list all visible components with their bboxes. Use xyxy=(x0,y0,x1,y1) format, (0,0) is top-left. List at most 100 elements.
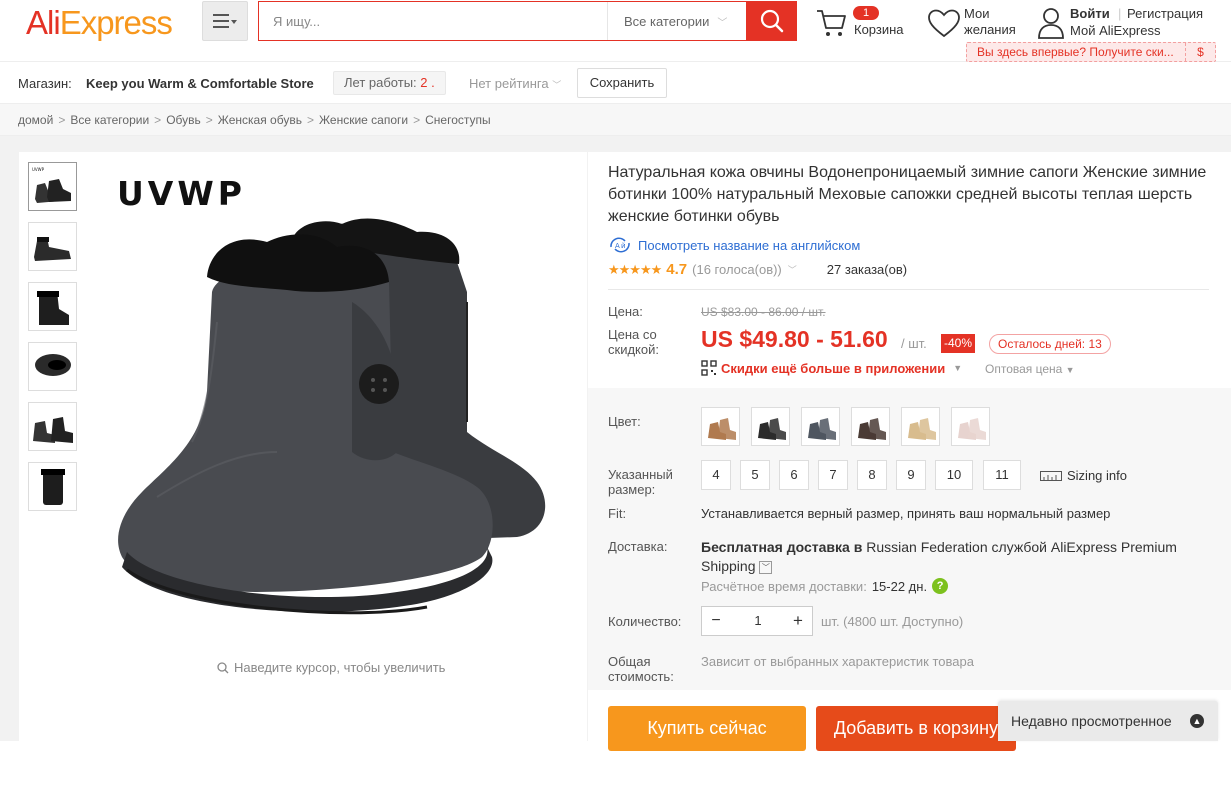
color-option-1[interactable] xyxy=(701,407,740,446)
boot-thumbnail-image: UVWP xyxy=(32,167,71,203)
boot-thumbnail-image xyxy=(37,291,69,325)
cart-label: Корзина xyxy=(854,22,904,37)
account: Войти | Регистрация Мой AliExpress xyxy=(1036,6,1226,40)
color-option-4[interactable] xyxy=(851,407,890,446)
category-menu-button[interactable] xyxy=(202,1,248,41)
divider xyxy=(608,289,1209,290)
size-option-11[interactable]: 11 xyxy=(983,460,1021,490)
product-main-image[interactable] xyxy=(97,152,587,652)
rating-votes[interactable]: (16 голоса(ов)) xyxy=(692,262,782,277)
delivery-free-text: Бесплатная доставка в xyxy=(701,539,863,555)
sizing-info-link[interactable]: Sizing info xyxy=(1040,468,1127,483)
total-label: Общая стоимость: xyxy=(608,654,674,684)
aliexpress-logo[interactable]: AliExpress xyxy=(26,4,173,42)
color-swatch-image xyxy=(808,418,836,440)
gallery-thumbnail[interactable] xyxy=(28,222,77,271)
price-unit: / шт. xyxy=(901,336,927,351)
my-aliexpress-link[interactable]: Мой AliExpress xyxy=(1070,23,1161,38)
breadcrumb-item[interactable]: Женские сапоги xyxy=(319,113,408,127)
search-input[interactable] xyxy=(259,2,607,40)
boot-thumbnail-image xyxy=(34,237,71,261)
size-option-8[interactable]: 8 xyxy=(857,460,887,490)
color-option-6[interactable] xyxy=(951,407,990,446)
boot-thumbnail-image xyxy=(41,469,65,505)
search-bar: Все категории ﹀ xyxy=(258,1,797,41)
search-button[interactable] xyxy=(746,1,797,41)
save-store-button[interactable]: Сохранить xyxy=(577,68,667,98)
cart[interactable]: 1 Корзина xyxy=(816,6,916,42)
category-select[interactable]: Все категории ﹀ xyxy=(607,2,746,40)
days-left-badge: Осталось дней: 13 xyxy=(989,334,1111,354)
size-option-10[interactable]: 10 xyxy=(935,460,973,490)
register-link[interactable]: Регистрация xyxy=(1127,6,1203,21)
caret-down-icon: ▼ xyxy=(953,363,963,373)
wholesale-price-dropdown[interactable]: Оптовая цена ▼ xyxy=(985,362,1075,376)
color-option-5[interactable] xyxy=(901,407,940,446)
svg-text:UVWP: UVWP xyxy=(32,167,45,172)
wishlist-label-line1: Мои xyxy=(964,6,990,21)
breadcrumb-item[interactable]: домой xyxy=(18,113,53,127)
discount-price-label: Цена со скидкой: xyxy=(608,327,659,357)
color-option-3[interactable] xyxy=(801,407,840,446)
gallery-thumbnail[interactable] xyxy=(28,462,77,511)
size-label: Указанный размер: xyxy=(608,467,673,497)
breadcrumb: домой > Все категории > Обувь > Женская обувь >… xyxy=(0,104,1231,136)
breadcrumb-separator: > xyxy=(58,113,66,127)
store-rating[interactable]: Нет рейтинга ﹀ xyxy=(469,76,561,91)
sale-price: US $49.80 - 51.60 xyxy=(701,326,888,352)
signin-link[interactable]: Войти xyxy=(1070,6,1110,21)
size-option-9[interactable]: 9 xyxy=(896,460,926,490)
recently-viewed-label: Недавно просмотренное xyxy=(1011,713,1172,729)
gallery-thumbnail[interactable] xyxy=(28,282,77,331)
color-option-2[interactable] xyxy=(751,407,790,446)
color-swatch-image xyxy=(908,418,936,440)
view-english-text: Посмотреть название на английском xyxy=(638,237,861,253)
size-option-4[interactable]: 4 xyxy=(701,460,731,490)
app-discount-promo[interactable]: Скидки ещё больше в приложении ▼ xyxy=(701,360,962,376)
quantity-label: Количество: xyxy=(608,614,682,629)
delivery-time-value: 15-22 дн. xyxy=(871,578,928,594)
decrease-quantity-button[interactable]: − xyxy=(702,607,730,635)
delivery-info: Бесплатная доставка в Russian Federation… xyxy=(701,538,1196,576)
recently-viewed-tab[interactable]: Недавно просмотренное ▲ xyxy=(998,701,1218,741)
qr-code-icon xyxy=(701,360,717,376)
product-gallery: UVWP UVWP Наведите курсор, чтобы увеличи… xyxy=(19,152,587,741)
discount-badge: -40% xyxy=(941,334,976,353)
breadcrumb-item[interactable]: Снегоступы xyxy=(425,113,491,127)
size-option-7[interactable]: 7 xyxy=(818,460,848,490)
gallery-thumbnail[interactable]: UVWP xyxy=(28,162,77,211)
quantity-input[interactable]: 1 xyxy=(730,607,786,635)
chevron-down-icon[interactable]: ﹀ xyxy=(788,263,797,276)
add-to-cart-button[interactable]: Добавить в корзину xyxy=(816,706,1016,751)
cart-icon xyxy=(817,10,846,36)
chevron-up-icon: ▲ xyxy=(1190,714,1204,728)
help-icon[interactable]: ? xyxy=(932,578,949,594)
chevron-down-icon: ﹀ xyxy=(552,80,562,90)
gallery-thumbnail[interactable] xyxy=(28,402,77,451)
color-swatch-image xyxy=(758,418,786,440)
wishlist[interactable]: Мои желания xyxy=(928,6,1028,40)
breadcrumb-item[interactable]: Обувь xyxy=(166,113,201,127)
breadcrumb-item[interactable]: Все категории xyxy=(70,113,149,127)
delivery-options-toggle[interactable]: ﹀ xyxy=(759,560,773,574)
rating-row: ★★★★★ 4.7 (16 голоса(ов)) ﹀ 27 заказа(ов… xyxy=(608,261,907,278)
view-english-title-link[interactable]: Aй Посмотреть название на английском xyxy=(608,237,860,253)
gallery-thumbnail[interactable] xyxy=(28,342,77,391)
store-years-label: Лет работы: xyxy=(344,75,417,90)
new-user-promo-banner[interactable]: Вы здесь впервые? Получите ски... $ xyxy=(966,42,1216,62)
size-option-5[interactable]: 5 xyxy=(740,460,770,490)
logo-express: Express xyxy=(59,4,173,41)
chevron-down-icon: ﹀ xyxy=(717,17,728,29)
buy-now-button[interactable]: Купить сейчас xyxy=(608,706,806,751)
product-title: Натуральная кожа овчины Водонепроницаемы… xyxy=(608,164,1207,225)
original-price: US $83.00 - 86.00 / шт. xyxy=(701,305,826,319)
breadcrumb-item[interactable]: Женская обувь xyxy=(218,113,302,127)
size-option-6[interactable]: 6 xyxy=(779,460,809,490)
zoom-hint: Наведите курсор, чтобы увеличить xyxy=(217,660,445,675)
delivery-time-label: Расчётное время доставки: xyxy=(701,578,867,594)
store-name[interactable]: Keep you Warm & Comfortable Store xyxy=(86,76,314,91)
breadcrumb-separator: > xyxy=(154,113,162,127)
total-value: Зависит от выбранных характеристик товар… xyxy=(701,654,974,669)
zoom-hint-text: Наведите курсор, чтобы увеличить xyxy=(234,660,446,675)
increase-quantity-button[interactable]: + xyxy=(784,607,812,635)
